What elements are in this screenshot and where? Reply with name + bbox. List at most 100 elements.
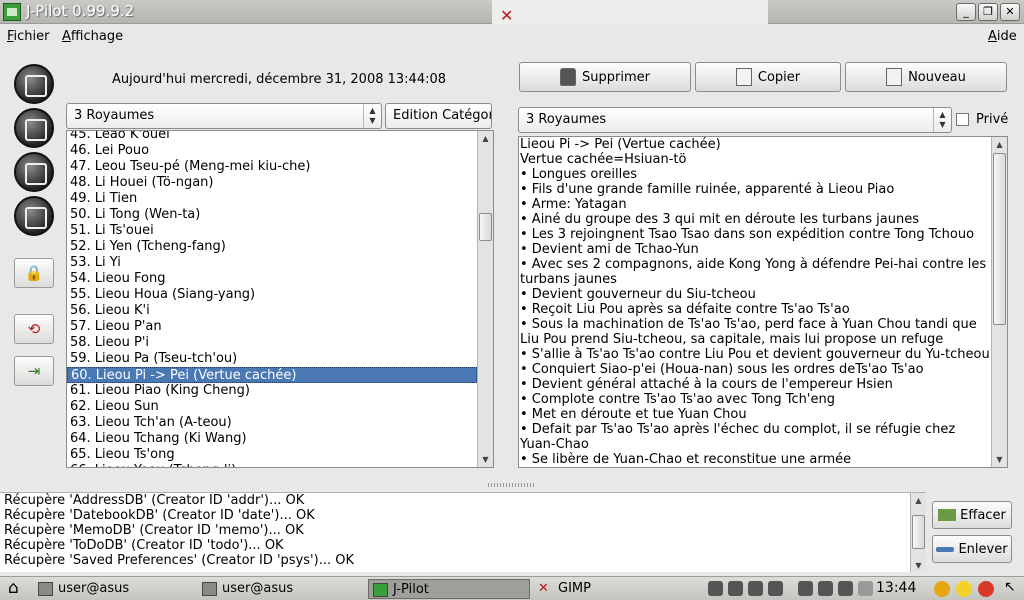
- backup-button[interactable]: ⇥: [14, 356, 54, 386]
- jpilot-icon: [373, 583, 388, 597]
- datebook-icon[interactable]: [14, 64, 54, 104]
- scroll-thumb[interactable]: [993, 153, 1006, 325]
- menu-aide[interactable]: Aide: [988, 29, 1017, 44]
- list-item[interactable]: 50. Li Tong (Wen-ta): [67, 207, 477, 223]
- terminal-icon: [38, 582, 53, 596]
- scroll-down-icon[interactable]: ▼: [911, 558, 926, 572]
- fan-icon[interactable]: [818, 581, 833, 596]
- task-label: user@asus: [222, 581, 294, 596]
- remove-log-button[interactable]: Enlever: [932, 535, 1012, 563]
- pane-resize-handle[interactable]: [488, 483, 536, 487]
- menu-affichage[interactable]: Affichage: [62, 29, 123, 44]
- memo-line: Vertue cachée=Hsiuan-tö: [520, 152, 687, 167]
- clear-label: Effacer: [960, 507, 1006, 523]
- list-item[interactable]: 58. Lieou P'i: [67, 335, 477, 351]
- minimize-button[interactable]: _: [956, 3, 976, 21]
- private-label: Privé: [976, 112, 1009, 127]
- window-title: J-Pilot 0.99.9.2: [26, 2, 135, 20]
- keyboard-icon[interactable]: [748, 581, 763, 596]
- backup-icon: ⇥: [27, 362, 41, 380]
- memo-line: • Complote contre Ts'ao Ts'ao avec Tong …: [520, 392, 835, 407]
- scroll-thumb[interactable]: [479, 213, 492, 241]
- list-item[interactable]: 47. Leou Tseu-pé (Meng-mei kiu-che): [67, 159, 477, 175]
- volume-icon[interactable]: [798, 581, 813, 596]
- list-item[interactable]: 46. Lei Pouo: [67, 143, 477, 159]
- home-icon[interactable]: ⌂: [8, 578, 19, 598]
- memo-list-rows: 45. Leao K'ouei 46. Lei Pouo 47. Leou Tseu…: [67, 131, 477, 467]
- list-item[interactable]: 64. Lieou Tchang (Ki Wang): [67, 431, 477, 447]
- scroll-thumb[interactable]: [912, 515, 925, 549]
- network-icon[interactable]: [708, 581, 723, 596]
- list-item[interactable]: 57. Lieou P'an: [67, 319, 477, 335]
- memo-line: • Devient ami de Tchao-Yun: [520, 242, 699, 257]
- task-gimp[interactable]: ✕ GIMP: [534, 579, 700, 599]
- mute-icon[interactable]: [858, 581, 873, 596]
- memo-category-select[interactable]: 3 Royaumes ▲ ▼: [518, 107, 952, 133]
- taskbar: ⌂ user@asus user@asus J-Pilot ✕ GIMP 13:…: [0, 576, 1024, 600]
- memo-line: • Devient gouverneur du Siu-tcheou: [520, 287, 756, 302]
- list-item[interactable]: 53. Li Yi: [67, 255, 477, 271]
- todo-icon[interactable]: [14, 152, 54, 192]
- gimp-close-icon: ✕: [500, 6, 514, 25]
- new-button[interactable]: Nouveau: [845, 62, 1007, 92]
- list-item[interactable]: 61. Lieou Piao (King Cheng): [67, 383, 477, 399]
- monitor-icon[interactable]: [838, 581, 853, 596]
- list-item[interactable]: 63. Lieou Tch'an (A-teou): [67, 415, 477, 431]
- list-item[interactable]: 62. Lieou Sun: [67, 399, 477, 415]
- category-select-value: 3 Royaumes: [74, 108, 155, 123]
- clear-log-button[interactable]: Effacer: [932, 501, 1012, 529]
- list-item[interactable]: 54. Lieou Fong: [67, 271, 477, 287]
- category-select[interactable]: 3 Royaumes ▲ ▼: [66, 103, 382, 129]
- task-terminal-1[interactable]: user@asus: [34, 579, 214, 599]
- lock-button[interactable]: 🔒: [14, 258, 54, 288]
- list-item[interactable]: 51. Li Ts'ouei: [67, 223, 477, 239]
- close-button[interactable]: ✕: [1000, 3, 1020, 21]
- task-jpilot[interactable]: J-Pilot: [368, 579, 530, 599]
- cursor-icon: ↖: [1004, 579, 1016, 595]
- smiley-icon[interactable]: [956, 581, 972, 597]
- maximize-button[interactable]: ❐: [978, 3, 998, 21]
- task-terminal-2[interactable]: user@asus: [198, 579, 368, 599]
- list-item[interactable]: 59. Lieou Pa (Tseu-tch'ou): [67, 351, 477, 367]
- battery-icon[interactable]: [728, 581, 743, 596]
- scroll-up-icon[interactable]: ▲: [911, 493, 926, 508]
- private-checkbox[interactable]: [956, 113, 969, 126]
- log-line: Récupère 'MemoDB' (Creator ID 'memo')...…: [4, 523, 304, 538]
- list-item[interactable]: 60. Lieou Pi -> Pei (Vertue cachée): [67, 367, 477, 383]
- memo-line: • S'allie à Ts'ao Ts'ao contre Liu Pou e…: [520, 347, 990, 362]
- scroll-up-icon[interactable]: ▲: [478, 131, 493, 146]
- memo-line: • Fils d'une grande famille ruinée, appa…: [520, 182, 895, 197]
- address-icon[interactable]: [14, 108, 54, 148]
- list-item[interactable]: 55. Lieou Houa (Siang-yang): [67, 287, 477, 303]
- info-icon[interactable]: [934, 581, 950, 597]
- memo-line: • Conquiert Siao-p'ei (Houa-nan) sous le…: [520, 362, 924, 377]
- memo-icon[interactable]: [14, 196, 54, 236]
- shutdown-icon[interactable]: [978, 581, 994, 597]
- list-item[interactable]: 45. Leao K'ouei: [67, 131, 477, 143]
- list-item[interactable]: 66. Lieou Yeou (Tcheng-li): [67, 463, 477, 467]
- list-item[interactable]: 56. Lieou K'i: [67, 303, 477, 319]
- log-scrollbar[interactable]: ▲ ▼: [910, 493, 926, 572]
- memo-text-scrollbar[interactable]: ▲ ▼: [991, 137, 1007, 467]
- delete-button[interactable]: Supprimer: [519, 62, 691, 92]
- log-line: Récupère 'Saved Preferences' (Creator ID…: [4, 553, 354, 568]
- scroll-up-icon[interactable]: ▲: [992, 137, 1007, 152]
- copy-label: Copier: [757, 69, 801, 85]
- memo-text-area[interactable]: Lieou Pi -> Pei (Vertue cachée) Vertue ca…: [518, 136, 1008, 468]
- task-label: user@asus: [58, 581, 130, 596]
- edit-categories-label: Edition Catégories: [393, 108, 491, 123]
- edit-categories-button[interactable]: Edition Catégories: [385, 103, 492, 129]
- sync-button[interactable]: ⟲: [14, 314, 54, 344]
- list-item[interactable]: 65. Lieou Ts'ong: [67, 447, 477, 463]
- list-item[interactable]: 48. Li Houei (Tö-ngan): [67, 175, 477, 191]
- scroll-down-icon[interactable]: ▼: [478, 452, 493, 467]
- wifi-icon[interactable]: [768, 581, 783, 596]
- menu-fichier[interactable]: Fichier: [7, 29, 50, 44]
- copy-button[interactable]: Copier: [695, 62, 841, 92]
- list-item[interactable]: 49. Li Tien: [67, 191, 477, 207]
- memo-list-scrollbar[interactable]: ▲ ▼: [477, 131, 493, 467]
- task-label: GIMP: [558, 581, 591, 596]
- list-item[interactable]: 52. Li Yen (Tcheng-fang): [67, 239, 477, 255]
- scroll-down-icon[interactable]: ▼: [992, 452, 1007, 467]
- memo-list[interactable]: 45. Leao K'ouei 46. Lei Pouo 47. Leou Tseu…: [66, 130, 494, 468]
